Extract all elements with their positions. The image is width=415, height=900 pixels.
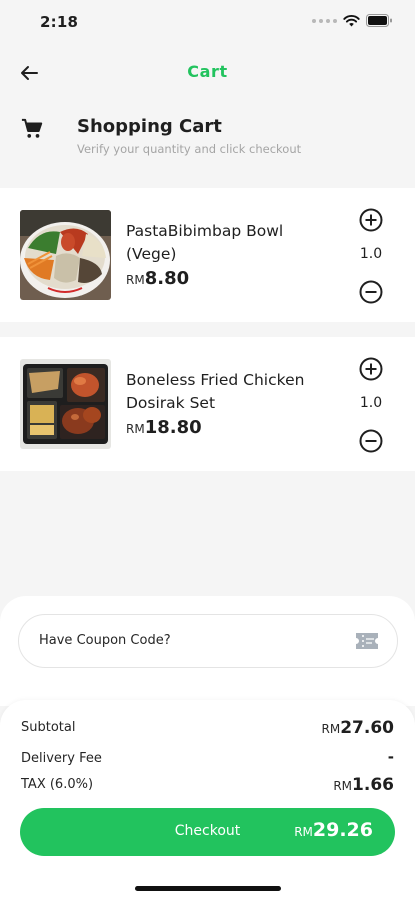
- item-price: RM 8.80: [126, 268, 189, 289]
- quantity-value: 1.0: [359, 395, 383, 411]
- tax-amount: 1.66: [352, 775, 394, 795]
- price-amount: 18.80: [144, 417, 202, 438]
- subtotal-currency: RM: [321, 722, 341, 736]
- coupon-panel: Have Coupon Code?: [0, 596, 415, 706]
- increase-quantity-button[interactable]: [359, 208, 383, 232]
- item-image: [20, 359, 111, 449]
- delivery-fee-label: Delivery Fee: [21, 751, 102, 766]
- cart-icon: [21, 118, 43, 138]
- item-price: RM 18.80: [126, 417, 202, 438]
- decrease-quantity-button[interactable]: [359, 429, 383, 453]
- nav-bar: Cart: [0, 50, 415, 96]
- tax-value: RM 1.66: [333, 775, 394, 795]
- item-image: [20, 210, 111, 300]
- checkout-button[interactable]: Checkout RM 29.26: [20, 808, 395, 856]
- subtotal-amount: 27.60: [340, 718, 394, 738]
- price-currency: RM: [126, 422, 145, 436]
- quantity-value: 1.0: [359, 246, 383, 262]
- increase-quantity-button[interactable]: [359, 357, 383, 381]
- signal-icon: [312, 18, 337, 23]
- ticket-icon: [356, 633, 378, 649]
- page-title: Cart: [187, 62, 228, 81]
- home-indicator: [135, 886, 281, 891]
- status-bar: 2:18: [0, 0, 415, 46]
- subtotal-value: RM 27.60: [322, 718, 394, 738]
- coupon-code-field[interactable]: Have Coupon Code?: [18, 614, 398, 668]
- tax-currency: RM: [333, 779, 353, 793]
- cart-item: Boneless Fried Chicken Dosirak Set RM 18…: [0, 337, 415, 471]
- price-amount: 8.80: [144, 268, 190, 289]
- coupon-label: Have Coupon Code?: [39, 633, 171, 648]
- checkout-amount: 29.26: [312, 819, 373, 841]
- status-icons: [312, 14, 393, 27]
- checkout-currency: RM: [294, 825, 313, 839]
- price-currency: RM: [126, 273, 145, 287]
- item-name: Boneless Fried Chicken Dosirak Set: [126, 371, 305, 412]
- cart-header: Shopping Cart Verify your quantity and c…: [0, 110, 415, 170]
- delivery-fee-value: -: [387, 748, 394, 766]
- wifi-icon: [343, 14, 360, 26]
- battery-icon: [366, 14, 392, 27]
- tax-label: TAX (6.0%): [21, 777, 94, 792]
- decrease-quantity-button[interactable]: [359, 280, 383, 304]
- section-subtitle: Verify your quantity and click checkout: [77, 142, 302, 156]
- status-time: 2:18: [40, 13, 79, 31]
- subtotal-label: Subtotal: [21, 720, 76, 735]
- cart-item: PastaBibimbap Bowl (Vege) RM 8.80 1.0: [0, 188, 415, 322]
- item-name: PastaBibimbap Bowl (Vege): [126, 222, 284, 263]
- checkout-total: RM 29.26: [294, 819, 373, 841]
- section-title: Shopping Cart: [77, 116, 222, 137]
- order-summary-panel: Subtotal RM 27.60 Delivery Fee - TAX (6.…: [0, 700, 415, 900]
